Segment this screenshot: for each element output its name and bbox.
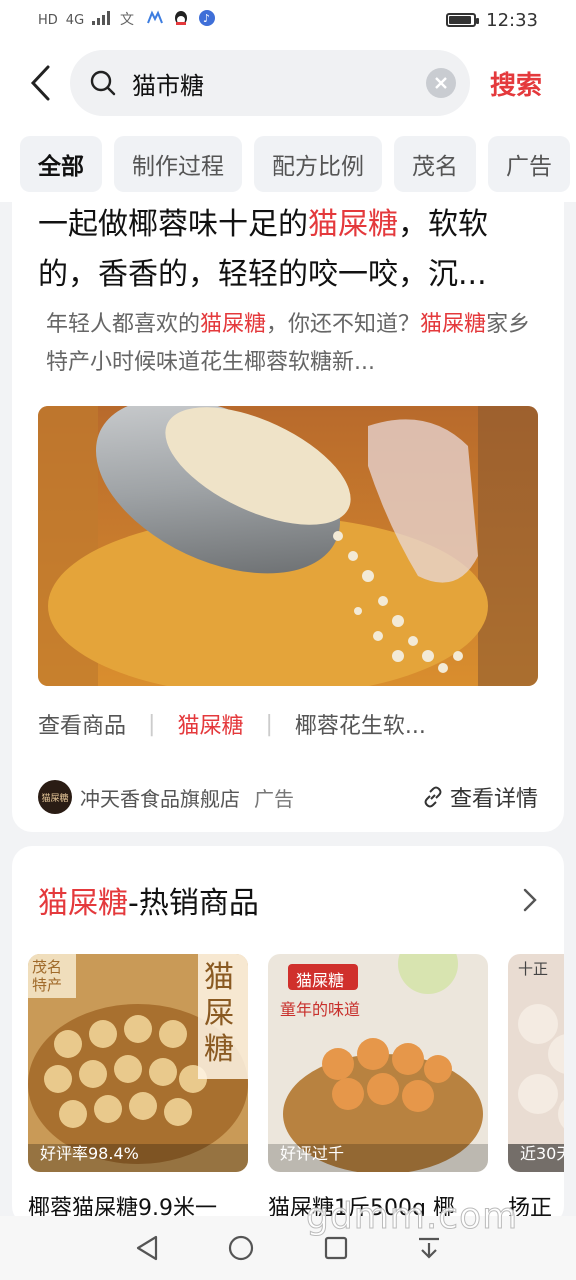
desc-highlight: 猫屎糖 [420,312,487,337]
clock: 12:33 [486,9,538,31]
tab-process[interactable]: 制作过程 [114,136,242,192]
shop-name[interactable]: 冲天香食品旗舰店 [80,783,240,812]
music-icon: ♪ [198,9,216,31]
search-icon [90,70,116,96]
product-item[interactable]: 十正 近30天 扬正 [508,954,564,1222]
search-input[interactable]: 猫市糖 [70,50,470,116]
product-rating-badge: 好评过千 [280,1144,345,1163]
back-triangle-icon[interactable] [134,1234,160,1262]
svg-text:文: 文 [120,12,134,26]
view-details-label: 查看详情 [449,787,538,812]
product-item[interactable]: 茂名特产 猫屎糖 好评率98.4% 椰蓉猫屎糖9.9米一 [28,954,248,1222]
desc-part: 年轻人都喜欢的 [46,312,201,337]
home-circle-icon[interactable] [227,1234,255,1262]
product-image-tag: 茂名特产 [32,958,63,994]
product-image[interactable]: 十正 近30天 [508,954,564,1172]
product-rating-badge: 好评率98.4% [40,1144,139,1163]
signal-icon [92,11,112,29]
product-list: 茂名特产 猫屎糖 好评率98.4% 椰蓉猫屎糖9.9米一 猫屎糖 童年的味道 好… [28,954,564,1222]
article-card[interactable]: 一起做椰蓉味十足的猫屎糖，软软的，香香的，轻轻的咬一咬，沉... 年轻人都喜欢的… [12,200,564,832]
article-photo[interactable] [38,406,538,686]
watermark: gdmm.com [305,1196,519,1238]
search-header: 猫市糖 搜索 [0,40,576,126]
product-image[interactable]: 茂名特产 猫屎糖 好评率98.4% [28,954,248,1172]
desc-part: ，你还不知道？ [266,312,421,337]
tab-recipe[interactable]: 配方比例 [254,136,382,192]
mail-notification-icon [146,10,164,30]
keyword-link[interactable]: 猫屎糖 [177,708,243,740]
title-highlight: 猫屎糖 [308,207,398,242]
hot-products-card: 猫屎糖-热销商品 茂名特产 猫屎糖 好评率98.4% 椰蓉猫屎糖9.9米一 猫屎… [12,846,564,1226]
svg-text:♪: ♪ [203,12,210,25]
product-item[interactable]: 猫屎糖 童年的味道 好评过千 猫屎糖1斤500g 椰 [268,954,488,1222]
battery-icon [446,13,480,27]
title-highlight: 猫屎糖 [38,886,128,921]
ad-tag: 广告 [254,786,294,811]
hd-indicator: HD [38,12,58,28]
network-indicator: 4G [65,12,85,28]
article-description: 年轻人都喜欢的猫屎糖，你还不知道？猫屎糖家乡特产小时候味道花生椰蓉软糖新... [38,306,538,382]
article-title[interactable]: 一起做椰蓉味十足的猫屎糖，软软的，香香的，轻轻的咬一咬，沉... [38,200,538,300]
status-bar: HD 4G 文 ♪ 12:33 [0,0,576,40]
title-part: 一起做椰蓉味十足的 [38,207,308,242]
shop-row: 猫屎糖 冲天香食品旗舰店 广告 查看详情 [38,766,538,828]
close-icon [435,77,447,89]
hot-products-header[interactable]: 猫屎糖-热销商品 [28,846,548,954]
link-icon [424,786,442,808]
search-button[interactable]: 搜索 [490,65,542,102]
product-rating-badge: 近30天 [520,1144,564,1163]
article-links: 查看商品 | 猫屎糖 | 椰蓉花生软... [38,686,538,762]
notification-pulldown-icon[interactable] [416,1235,442,1261]
hot-products-title: 猫屎糖-热销商品 [38,878,259,922]
tab-all[interactable]: 全部 [20,136,102,192]
desc-highlight: 猫屎糖 [200,312,267,337]
link-divider: | [148,711,156,737]
tab-ads[interactable]: 广告 [488,136,570,192]
product-image[interactable]: 猫屎糖 童年的味道 好评过千 [268,954,488,1172]
tab-maoming[interactable]: 茂名 [394,136,476,192]
chevron-right-icon[interactable] [522,887,538,913]
view-product-link[interactable]: 查看商品 [38,708,126,740]
product-image-tag: 猫屎糖 [296,971,345,990]
clear-button[interactable] [426,68,456,98]
chevron-left-icon [30,65,50,101]
back-button[interactable] [18,61,62,105]
product-image-caption: 猫屎糖 [204,960,234,1067]
product-image-tag: 十正 [518,960,549,978]
search-query[interactable]: 猫市糖 [132,66,426,101]
product-image-caption: 童年的味道 [280,1000,361,1019]
title-part: -热销商品 [128,886,259,921]
qq-icon [172,9,190,31]
app-notification-icon: 文 [120,10,138,30]
filter-tabs: 全部 制作过程 配方比例 茂名 广告 [0,126,576,202]
related-link[interactable]: 椰蓉花生软... [295,708,426,740]
shop-logo[interactable]: 猫屎糖 [38,780,72,814]
view-details-button[interactable]: 查看详情 [422,781,538,813]
recents-square-icon[interactable] [323,1235,349,1261]
link-divider: | [265,711,273,737]
